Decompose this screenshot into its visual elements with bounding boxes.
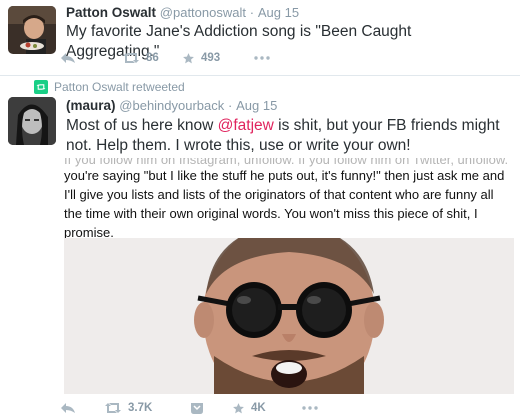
tweet-date[interactable]: Aug 15	[258, 5, 299, 20]
dm-icon	[191, 402, 203, 414]
reply-button[interactable]	[60, 402, 104, 414]
media-photo[interactable]	[64, 238, 514, 394]
tweet-header: (maura) @behindyourback · Aug 15	[66, 98, 277, 113]
separator-dot: ·	[228, 98, 233, 113]
like-button[interactable]: 4K	[232, 402, 302, 415]
tweet-text: Most of us here know @fatjew is shit, bu…	[66, 116, 508, 156]
tweet-date[interactable]: Aug 15	[236, 98, 277, 113]
tweet-text-part: Most of us here know	[66, 117, 218, 134]
retweet-icon	[105, 403, 121, 413]
more-button[interactable]	[254, 56, 270, 60]
author-name[interactable]: (maura)	[66, 98, 116, 113]
reply-icon	[61, 53, 75, 63]
note-text: you're saying "but I like the stuff he p…	[64, 168, 505, 240]
like-icon	[183, 52, 194, 63]
avatar[interactable]	[8, 6, 56, 54]
dm-button[interactable]	[190, 402, 232, 415]
like-count: 4K	[251, 402, 266, 414]
more-icon	[254, 56, 270, 60]
more-button[interactable]	[302, 406, 318, 410]
like-button[interactable]: 493	[182, 52, 254, 65]
author-handle[interactable]: @pattonoswalt	[160, 5, 246, 20]
retweet-context-label[interactable]: Patton Oswalt retweeted	[54, 80, 185, 94]
tweet-behindyourback[interactable]: Patton Oswalt retweeted (maura) @behindy…	[0, 76, 520, 419]
tweet-pattonoswalt[interactable]: Patton Oswalt @pattonoswalt · Aug 15 My …	[0, 0, 520, 76]
retweet-count: 3.7K	[128, 402, 153, 414]
retweet-context: Patton Oswalt retweeted	[34, 80, 185, 94]
separator-dot: ·	[249, 5, 255, 20]
retweet-button[interactable]: 3.7K	[104, 402, 190, 414]
author-handle[interactable]: @behindyourback	[119, 98, 224, 113]
more-icon	[302, 406, 318, 410]
avatar[interactable]	[8, 97, 56, 145]
text-screenshot: If you follow him on Instagram, unfollow…	[60, 158, 514, 240]
retweet-badge-icon	[34, 80, 48, 94]
like-icon	[233, 402, 244, 413]
retweet-count: 86	[146, 52, 159, 64]
mention-link[interactable]: @fatjew	[218, 117, 274, 134]
tweet-media[interactable]: If you follow him on Instagram, unfollow…	[60, 158, 514, 394]
tweet-header: Patton Oswalt @pattonoswalt · Aug 15	[66, 5, 299, 20]
retweet-icon	[123, 53, 139, 63]
tweet-actions: 3.7K 4K	[60, 398, 318, 418]
like-count: 493	[201, 52, 221, 64]
reply-icon	[61, 403, 75, 413]
tweet-actions: 86 493	[60, 48, 270, 68]
author-name[interactable]: Patton Oswalt	[66, 5, 156, 20]
retweet-button[interactable]: 86	[122, 52, 182, 64]
reply-button[interactable]	[60, 52, 122, 64]
